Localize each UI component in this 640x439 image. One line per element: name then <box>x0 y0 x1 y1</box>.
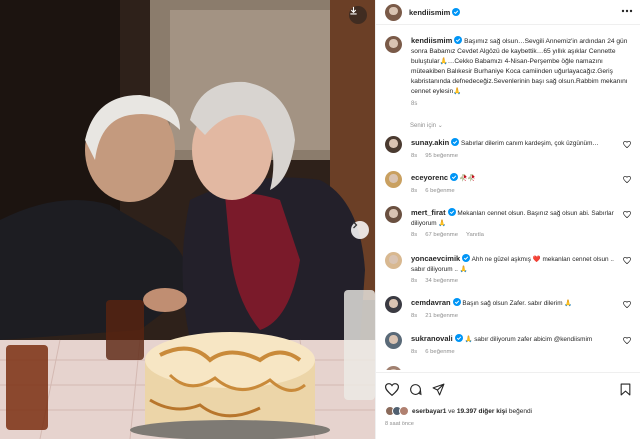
bookmark-icon[interactable] <box>620 383 631 396</box>
verified-badge-icon <box>454 334 463 342</box>
comment-body: esraevren Zafercim basın sağolsun Sabırl… <box>411 368 619 370</box>
comment-likes[interactable]: 67 beğenme <box>425 232 458 238</box>
post-photo <box>0 0 375 439</box>
liked-by: eserbayar1 ve 19.397 diğer kişi beğendi <box>385 406 532 416</box>
comment-item: mert_firat Mekanları cennet olsun. Başın… <box>385 206 635 246</box>
chevron-right-icon <box>353 221 358 229</box>
download-icon <box>350 6 357 15</box>
caption-avatar[interactable] <box>385 36 402 53</box>
verified-badge-icon <box>447 208 456 216</box>
comment-body: eceyorenc 🥀🥀 <box>411 173 619 184</box>
comment-like-heart-icon[interactable] <box>623 301 631 308</box>
comment-item: cemdavran Başın sağ olsun Zafer. sabır d… <box>385 296 635 336</box>
comment-likes[interactable]: 21 beğenme <box>425 313 458 319</box>
comments-scroll-area[interactable]: kendiismim Başımız sağ olsun…Sevgili Ann… <box>376 26 640 370</box>
comment-meta: 8s 6 beğenme <box>411 349 455 355</box>
commenter-avatar[interactable] <box>385 332 402 349</box>
commenter-username[interactable]: eceyorenc <box>411 173 448 182</box>
next-photo-button[interactable] <box>351 221 369 239</box>
comment-item: esraevren Zafercim basın sağolsun Sabırl… <box>385 366 635 370</box>
liker-avatar <box>399 406 409 416</box>
comment-likes[interactable]: 34 beğenme <box>425 278 458 284</box>
comment-time: 8s <box>411 349 418 355</box>
comment-time: 8s <box>411 313 418 319</box>
commenter-avatar[interactable] <box>385 171 402 188</box>
commenter-avatar[interactable] <box>385 366 402 370</box>
translation-toggle[interactable]: Senin için ⌄ <box>410 122 443 129</box>
comment-text: 🙏 sabır diliyorum zafer abicim @kendiism… <box>464 336 593 343</box>
post-photo-illustration <box>0 0 375 439</box>
comment-likes[interactable]: 6 beğenme <box>425 349 454 355</box>
comment-meta: 8s 95 beğenme <box>411 153 458 159</box>
commenter-avatar[interactable] <box>385 206 402 223</box>
verified-badge-icon <box>451 138 460 146</box>
heart-icon[interactable] <box>385 383 399 396</box>
comment-meta: 8s 67 beğenme Yanıtla <box>411 232 484 238</box>
commenter-avatar[interactable] <box>385 252 402 269</box>
comment-body: cemdavran Başın sağ olsun Zafer. sabır d… <box>411 298 619 309</box>
comment-time: 8s <box>411 278 418 284</box>
verified-badge-icon <box>454 36 463 44</box>
comment-item: eceyorenc 🥀🥀 8s 6 beğenme <box>385 171 635 211</box>
comment-body: yoncaevcimik Ahh ne güzel aşkmış ❤️ meka… <box>411 254 619 274</box>
comment-like-heart-icon[interactable] <box>623 257 631 264</box>
liked-by-connector: ve <box>446 407 457 415</box>
comment-icon[interactable] <box>409 383 422 396</box>
comment-meta: 8s 34 beğenme <box>411 278 458 284</box>
paper-plane-icon[interactable] <box>432 383 445 396</box>
commenter-username[interactable]: mert_firat <box>411 208 446 217</box>
commenter-username[interactable]: cemdavran <box>411 298 451 307</box>
comment-meta: 8s 21 beğenme <box>411 313 458 319</box>
comment-like-heart-icon[interactable] <box>623 211 631 218</box>
translation-label: Senin için <box>410 123 437 129</box>
comment-reply-button[interactable]: Yanıtla <box>466 232 484 238</box>
liked-by-count[interactable]: 19.397 diğer kişi <box>457 408 507 415</box>
comment-body: mert_firat Mekanları cennet olsun. Başın… <box>411 208 619 228</box>
author-avatar[interactable] <box>385 3 402 21</box>
post-side-panel: kendiismim kendiismim Başımız sağ olsun…… <box>375 0 640 439</box>
comment-text: 🥀🥀 <box>459 175 476 182</box>
verified-badge-icon <box>450 173 459 181</box>
post-header: kendiismim <box>376 0 640 25</box>
liked-by-suffix: beğendi <box>507 407 533 415</box>
caption-username[interactable]: kendiismim <box>411 36 452 45</box>
comment-like-heart-icon[interactable] <box>623 176 631 183</box>
commenter-avatar[interactable] <box>385 136 402 153</box>
post-caption: kendiismim Başımız sağ olsun…Sevgili Ann… <box>385 36 635 110</box>
comment-time: 8s <box>411 153 418 159</box>
download-button[interactable] <box>349 6 367 24</box>
chevron-down-icon: ⌄ <box>437 123 443 129</box>
comment-like-heart-icon[interactable] <box>623 337 631 344</box>
comment-item: yoncaevcimik Ahh ne güzel aşkmış ❤️ meka… <box>385 252 635 292</box>
caption-time: 8s <box>411 101 418 108</box>
liked-by-username[interactable]: eserbayar1 <box>412 408 446 415</box>
comment-text: Sabırlar dilerim canım kardeşim, çok üzg… <box>461 140 599 147</box>
comment-item: sunay.akin Sabırlar dilerim canım kardeş… <box>385 136 635 176</box>
post-actions: eserbayar1 ve 19.397 diğer kişi beğendi … <box>376 372 640 439</box>
comment-likes[interactable]: 95 beğenme <box>425 153 458 159</box>
verified-badge-icon <box>452 8 461 16</box>
commenter-username[interactable]: yoncaevcimik <box>411 254 460 263</box>
author-username[interactable]: kendiismim <box>409 8 450 17</box>
comment-likes[interactable]: 6 beğenme <box>425 188 454 194</box>
comment-time: 8s <box>411 232 418 238</box>
commenter-username[interactable]: sunay.akin <box>411 138 449 147</box>
comment-text: Başın sağ olsun Zafer. sabır dilerim 🙏 <box>462 300 573 307</box>
comment-meta: 8s 6 beğenme <box>411 188 455 194</box>
verified-badge-icon <box>462 254 471 262</box>
commenter-avatar[interactable] <box>385 296 402 313</box>
verified-badge-icon <box>452 298 461 306</box>
commenter-username[interactable]: esraevren <box>411 368 446 370</box>
comment-item: sukranovali 🙏 sabır diliyorum zafer abic… <box>385 332 635 370</box>
post-time-ago: 8 saat önce <box>385 421 414 427</box>
comment-body: sunay.akin Sabırlar dilerim canım kardeş… <box>411 138 619 149</box>
comment-body: sukranovali 🙏 sabır diliyorum zafer abic… <box>411 334 619 345</box>
more-horizontal-icon[interactable] <box>621 9 633 13</box>
comment-like-heart-icon[interactable] <box>623 141 631 148</box>
commenter-username[interactable]: sukranovali <box>411 334 453 343</box>
caption-text: Başımız sağ olsun…Sevgili Annemiz'in ard… <box>411 38 628 95</box>
comment-time: 8s <box>411 188 418 194</box>
